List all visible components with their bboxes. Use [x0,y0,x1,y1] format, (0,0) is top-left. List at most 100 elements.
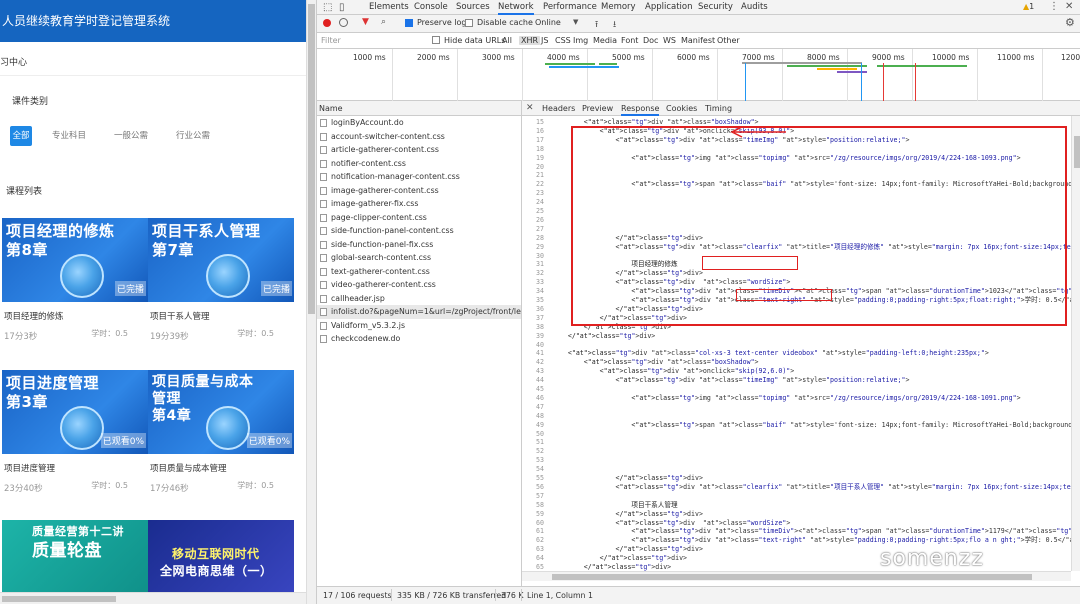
watermark-text: somenzz [880,546,984,571]
page-header-title: 人员继续教育学时登记管理系统 [0,0,306,42]
tab-security[interactable]: Security [698,0,733,15]
line-number: 41 [536,349,544,358]
filter-type-media[interactable]: Media [593,36,617,45]
tab-network[interactable]: Network [498,0,534,15]
filter-type-xhr[interactable]: XHR [519,36,541,45]
request-row[interactable]: loginByAccount.do [317,116,521,130]
tab-audits[interactable]: Audits [741,0,768,15]
scrollbar-thumb[interactable] [2,596,116,602]
device-toolbar-icon[interactable]: ▯ [339,2,345,13]
export-har-icon[interactable]: ⭳ [613,17,616,33]
request-row[interactable]: side-function-panel-fix.css [317,238,521,252]
course-name[interactable]: 项目进度管理 [4,462,55,474]
timeline-tick: 1200 [1061,53,1080,62]
course-thumbnail[interactable]: 项目进度管理 第3章 已观看0% [2,370,148,454]
code-line: 42 <"at">class="tg">div "at">class="boxS… [522,358,758,367]
request-row[interactable]: Validform_v5.3.2.js [317,319,521,333]
course-name[interactable]: 项目质量与成本管理 [150,462,227,474]
progress-badge: 已观看0% [246,433,292,448]
request-row[interactable]: account-switcher-content.css [317,130,521,144]
filter-type-doc[interactable]: Doc [643,36,658,45]
filter-all-button[interactable]: 全部 [10,126,32,146]
filter-type-other[interactable]: Other [717,36,740,45]
request-row[interactable]: callheader.jsp [317,292,521,306]
filter-icon[interactable]: ▼ [362,17,369,27]
course-name[interactable]: 项目经理的修炼 [4,310,64,322]
tab-elements[interactable]: Elements [369,0,409,15]
course-thumbnail[interactable]: 项目干系人管理 第7章 已完播 [148,218,294,302]
throttling-select[interactable]: Online [535,18,561,27]
request-row[interactable]: page-clipper-content.css [317,211,521,225]
clear-icon[interactable] [339,18,348,27]
filter-type-css[interactable]: CSS [555,36,571,45]
course-thumbnail[interactable]: 项目经理的修炼 第8章 已完播 [2,218,148,302]
course-thumbnail[interactable]: 项目质量与成本 管理 第4章 已观看0% [148,370,294,454]
course-card[interactable]: 项目进度管理 第3章 已观看0% 项目进度管理 23分40秒 学时：0.5 [2,370,148,494]
tab-response[interactable]: Response [621,101,660,116]
filter-input[interactable]: Filter [321,36,341,45]
scrollbar-thumb[interactable] [1074,136,1080,168]
filter-type-manifest[interactable]: Manifest [681,36,715,45]
filter-type-all[interactable]: All [502,36,512,45]
search-icon[interactable]: ⌕ [381,17,386,27]
tab-cookies[interactable]: Cookies [666,101,697,116]
request-row[interactable]: notifier-content.css [317,157,521,171]
filter-professional-button[interactable]: 专业科目 [52,126,86,146]
request-row[interactable]: text-gatherer-content.css [317,265,521,279]
tab-timing[interactable]: Timing [705,101,732,116]
filter-general-button[interactable]: 一般公需 [114,126,148,146]
disable-cache-checkbox[interactable] [465,19,473,27]
request-row[interactable]: infolist.do?&pageNum=1&url=/zgProject/fr… [317,305,521,319]
code-line: 54 [522,465,552,474]
network-overview-timeline[interactable]: 1000 ms 2000 ms 3000 ms 4000 ms 5000 ms … [317,49,1080,101]
tab-sources[interactable]: Sources [456,0,490,15]
file-icon [320,119,327,127]
record-icon[interactable] [323,19,331,27]
scrollbar-thumb[interactable] [552,574,1032,580]
inspect-icon[interactable]: ⬚ [323,2,332,13]
code-vertical-scrollbar[interactable] [1071,116,1080,571]
filter-type-js[interactable]: JS [541,36,548,45]
file-icon [320,294,327,303]
course-card[interactable]: 项目经理的修炼 第8章 已完播 项目经理的修炼 17分3秒 学时：0.5 [2,218,148,342]
filter-industry-button[interactable]: 行业公需 [176,126,210,146]
tab-application[interactable]: Application [645,0,693,15]
code-text: <"at">class [552,358,628,367]
course-name[interactable]: 项目干系人管理 [150,310,210,322]
gear-icon[interactable]: ⚙ [1065,16,1075,29]
tab-console[interactable]: Console [414,0,448,15]
page-horizontal-scrollbar[interactable] [0,592,306,604]
hide-data-urls-checkbox[interactable] [432,36,440,44]
line-number: 56 [536,482,544,491]
code-horizontal-scrollbar[interactable] [522,571,1071,581]
request-row[interactable]: image-gatherer-content.css [317,184,521,198]
tab-performance[interactable]: Performance [543,0,597,15]
course-card[interactable]: 项目干系人管理 第7章 已完播 项目干系人管理 19分39秒 学时：0.5 [148,218,294,342]
page-vertical-scrollbar[interactable] [306,0,316,604]
request-row[interactable]: notification-manager-content.css [317,170,521,184]
request-row[interactable]: image-gatherer-fix.css [317,197,521,211]
tab-headers[interactable]: Headers [542,101,575,116]
close-icon[interactable]: ✕ [1065,1,1073,12]
learning-center-label[interactable]: 习中心 [0,50,306,76]
preserve-log-checkbox[interactable] [405,19,413,27]
request-row[interactable]: video-gatherer-content.css [317,278,521,292]
response-source-view[interactable]: 65 </"at">class="tg">div> 64 </"at">class… [522,116,1071,571]
request-row[interactable]: checkcodenew.do [317,332,521,346]
close-icon[interactable]: ✕ [526,103,534,113]
chevron-down-icon[interactable]: ▼ [573,18,578,26]
filter-type-font[interactable]: Font [621,36,638,45]
tab-memory[interactable]: Memory [601,0,636,15]
filter-type-ws[interactable]: WS [663,36,676,45]
scrollbar-thumb[interactable] [308,4,315,314]
name-column-header[interactable]: Name [317,101,522,116]
more-menu-icon[interactable]: ⋮ [1049,1,1059,12]
warning-counter[interactable]: ▲1 [1023,2,1034,11]
request-row[interactable]: global-search-content.css [317,251,521,265]
import-har-icon[interactable]: ⭱ [595,17,598,33]
request-row[interactable]: article-gatherer-content.css [317,143,521,157]
tab-preview[interactable]: Preview [582,101,613,116]
filter-type-img[interactable]: Img [573,36,588,45]
request-row[interactable]: side-function-panel-content.css [317,224,521,238]
course-card[interactable]: 项目质量与成本 管理 第4章 已观看0% 项目质量与成本管理 17分46秒 学时：0… [148,370,294,494]
